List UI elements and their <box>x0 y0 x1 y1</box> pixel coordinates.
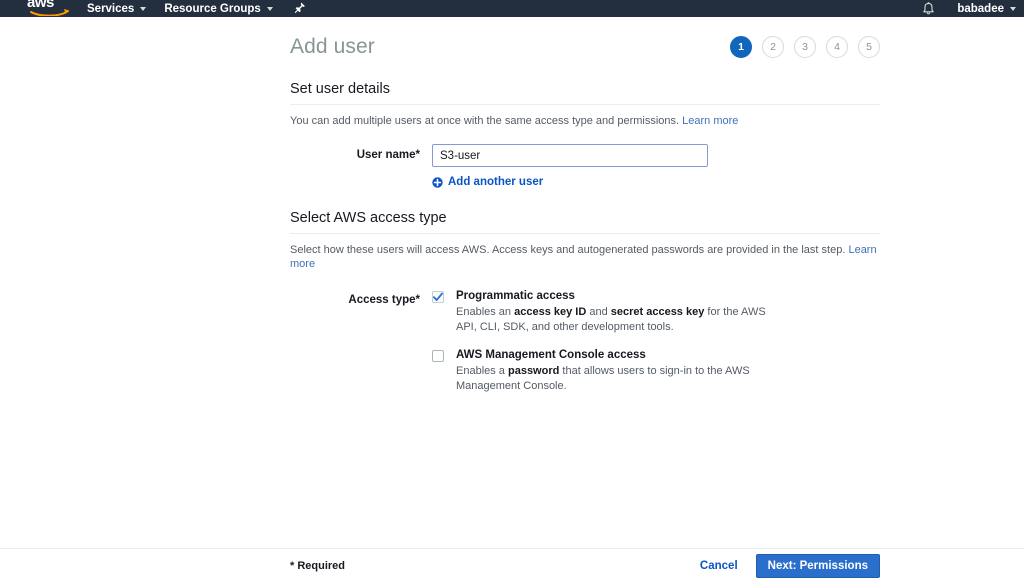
programmatic-desc-part1: Enables an <box>456 306 515 318</box>
select-access-type-description: Select how these users will access AWS. … <box>290 243 880 271</box>
access-type-option-console[interactable]: AWS Management Console access Enables a … <box>432 348 880 394</box>
username-field-group: Add another user <box>432 144 880 188</box>
main-content: Add user 1 2 3 4 5 Set user details You … <box>0 17 1024 394</box>
aws-logo-icon[interactable]: aws <box>26 0 78 17</box>
section-divider <box>290 104 880 105</box>
set-user-details-title: Set user details <box>290 81 390 97</box>
wizard-step-1-label: 1 <box>738 41 744 53</box>
console-desc-part1: Enables a <box>456 365 508 377</box>
username-label: User name* <box>356 149 420 161</box>
nav-item-resource-groups-label: Resource Groups <box>164 2 261 15</box>
username-form-row: User name* Add another user <box>290 144 880 188</box>
page-header: Add user 1 2 3 4 5 <box>0 27 1024 67</box>
wizard-step-5[interactable]: 5 <box>858 36 880 58</box>
console-access-checkbox[interactable] <box>432 350 444 362</box>
learn-more-link-user-details[interactable]: Learn more <box>682 115 738 127</box>
wizard-step-4[interactable]: 4 <box>826 36 848 58</box>
set-user-details-description: You can add multiple users at once with … <box>290 114 880 128</box>
page-title: Add user <box>290 35 375 58</box>
access-type-form-row: Access type* Programmatic access Enables… <box>290 289 880 394</box>
access-type-label: Access type* <box>348 294 420 306</box>
top-navigation-bar: aws Services Resource Groups babadee <box>0 0 1024 17</box>
required-note: * Required <box>290 559 346 572</box>
add-another-user-label: Add another user <box>448 176 544 188</box>
programmatic-access-checkbox[interactable] <box>432 291 444 303</box>
programmatic-desc-bold2: secret access key <box>610 306 705 318</box>
add-user-page: aws Services Resource Groups babadee Add… <box>0 0 1024 582</box>
wizard-step-1[interactable]: 1 <box>730 36 752 58</box>
footer-bar: * Required Cancel Next: Permissions <box>0 549 1024 582</box>
bell-icon[interactable] <box>922 1 935 16</box>
wizard-step-4-label: 4 <box>834 41 840 53</box>
access-type-option-programmatic[interactable]: Programmatic access Enables an access ke… <box>432 289 880 335</box>
nav-user-menu[interactable]: babadee <box>957 3 1016 15</box>
chevron-down-icon <box>266 6 273 11</box>
nav-item-resource-groups[interactable]: Resource Groups <box>155 0 282 17</box>
nav-right-group: babadee <box>922 0 1024 17</box>
section-divider <box>290 233 880 234</box>
cancel-button[interactable]: Cancel <box>700 560 738 572</box>
access-type-options: Programmatic access Enables an access ke… <box>432 289 880 394</box>
checkmark-icon <box>433 292 443 301</box>
wizard-step-2-label: 2 <box>770 41 776 53</box>
nav-user-label: babadee <box>957 2 1004 15</box>
wizard-step-3-label: 3 <box>802 41 808 53</box>
wizard-step-2[interactable]: 2 <box>762 36 784 58</box>
select-access-type-description-text: Select how these users will access AWS. … <box>290 244 846 256</box>
console-access-title: AWS Management Console access <box>456 349 646 361</box>
aws-smile-icon <box>30 9 69 16</box>
console-desc-bold1: password <box>507 365 560 377</box>
chevron-down-icon <box>140 6 147 11</box>
programmatic-desc-bold1: access key ID <box>514 306 587 318</box>
plus-circle-icon <box>432 176 443 188</box>
add-another-user-button[interactable]: Add another user <box>432 176 880 188</box>
wizard-step-indicator: 1 2 3 4 5 <box>730 36 880 58</box>
set-user-details-section: Set user details You can add multiple us… <box>0 81 1024 188</box>
next-permissions-button[interactable]: Next: Permissions <box>755 553 880 578</box>
programmatic-access-description: Enables an access key ID and secret acce… <box>456 305 786 335</box>
nav-item-services[interactable]: Services <box>78 0 155 17</box>
username-input[interactable] <box>432 144 708 167</box>
footer-actions: Cancel Next: Permissions <box>700 553 880 578</box>
nav-item-services-label: Services <box>87 2 135 15</box>
select-access-type-section: Select AWS access type Select how these … <box>0 210 1024 394</box>
set-user-details-description-text: You can add multiple users at once with … <box>290 115 680 127</box>
console-access-text: AWS Management Console access Enables a … <box>456 348 816 394</box>
wizard-step-5-label: 5 <box>866 41 872 53</box>
console-access-description: Enables a password that allows users to … <box>456 364 816 394</box>
chevron-down-icon <box>1010 6 1016 11</box>
nav-left-group: aws Services Resource Groups <box>0 0 306 17</box>
programmatic-access-text: Programmatic access Enables an access ke… <box>456 289 786 335</box>
select-access-type-title: Select AWS access type <box>290 210 447 226</box>
programmatic-access-title: Programmatic access <box>456 290 575 302</box>
pin-icon[interactable] <box>294 2 306 15</box>
wizard-step-3[interactable]: 3 <box>794 36 816 58</box>
programmatic-desc-part2: and <box>586 306 611 318</box>
